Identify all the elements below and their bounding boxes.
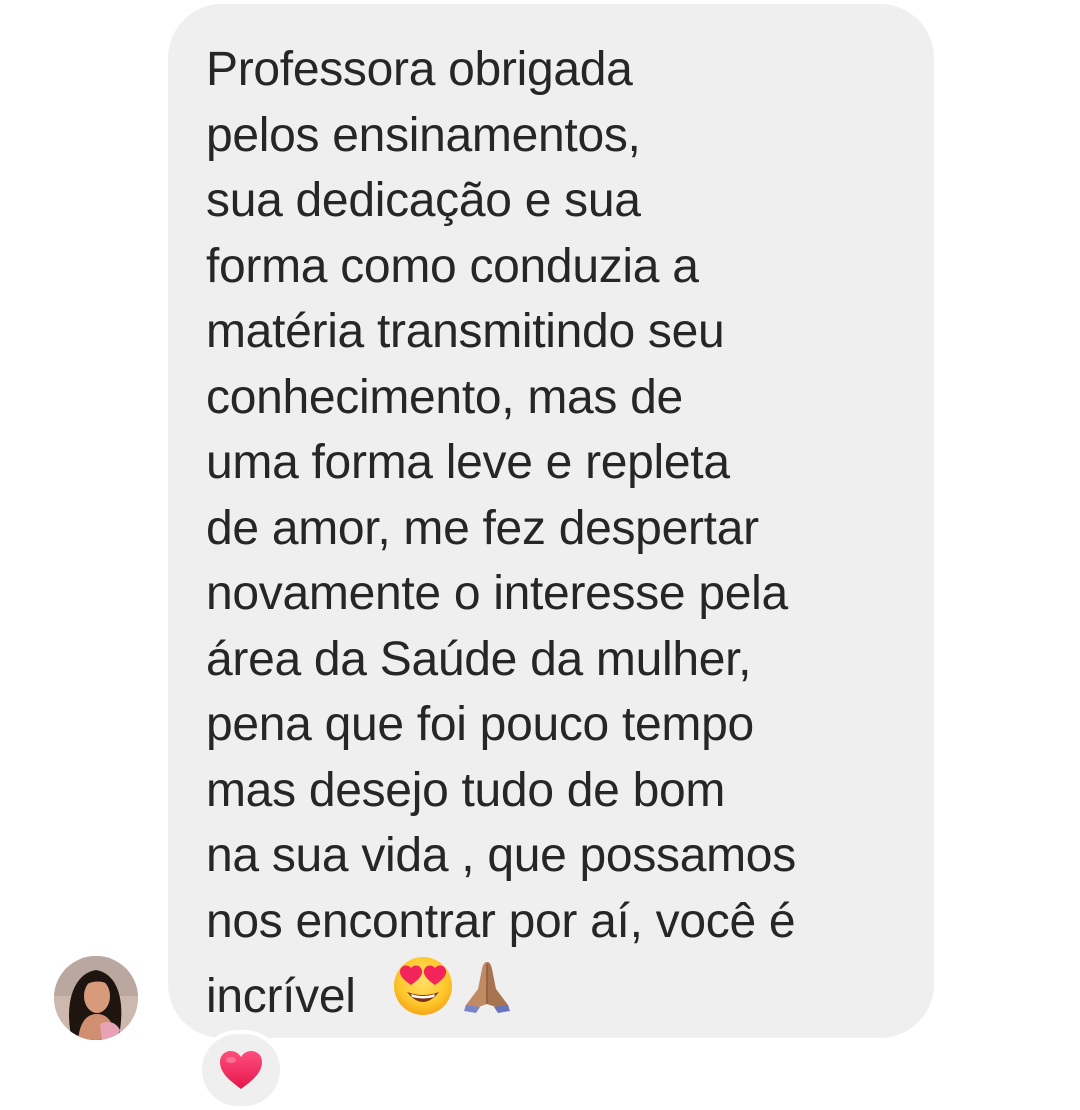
- avatar-photo: [54, 956, 138, 1040]
- message-line: novamente o interesse pela: [206, 567, 788, 620]
- sender-avatar[interactable]: [54, 956, 138, 1040]
- message-line: conhecimento, mas de: [206, 370, 683, 424]
- message-line: na sua vida , que possamos: [206, 829, 796, 882]
- reaction-badge[interactable]: [198, 1030, 284, 1110]
- message-bubble[interactable]: Professora obrigada pelos ensinamentos, …: [168, 4, 934, 1038]
- message-line: forma como conduzia a: [206, 239, 699, 293]
- folded-hands-emoji-icon: [463, 962, 510, 1013]
- message-last-line: incrível: [206, 954, 914, 1030]
- message-emojis: [391, 954, 517, 1018]
- message-line: sua dedicação e sua: [206, 174, 641, 227]
- message-line: nos encontrar por aí, você é: [206, 894, 796, 948]
- message-line: de amor, me fez despertar: [206, 501, 759, 555]
- heart-icon: [220, 1051, 262, 1089]
- message-line: área da Saúde da mulher,: [206, 632, 752, 686]
- message-line: uma forma leve e repleta: [206, 436, 730, 489]
- message-line: mas desejo tudo de bom: [206, 763, 726, 817]
- message-line: pelos ensinamentos,: [206, 108, 641, 162]
- heart-eyes-emoji-icon: [393, 957, 452, 1015]
- message-line: matéria transmitindo seu: [206, 305, 725, 358]
- message-line-text: incrível: [206, 970, 356, 1023]
- message-line: Professora obrigada: [206, 43, 633, 96]
- message-line: pena que foi pouco tempo: [206, 698, 754, 751]
